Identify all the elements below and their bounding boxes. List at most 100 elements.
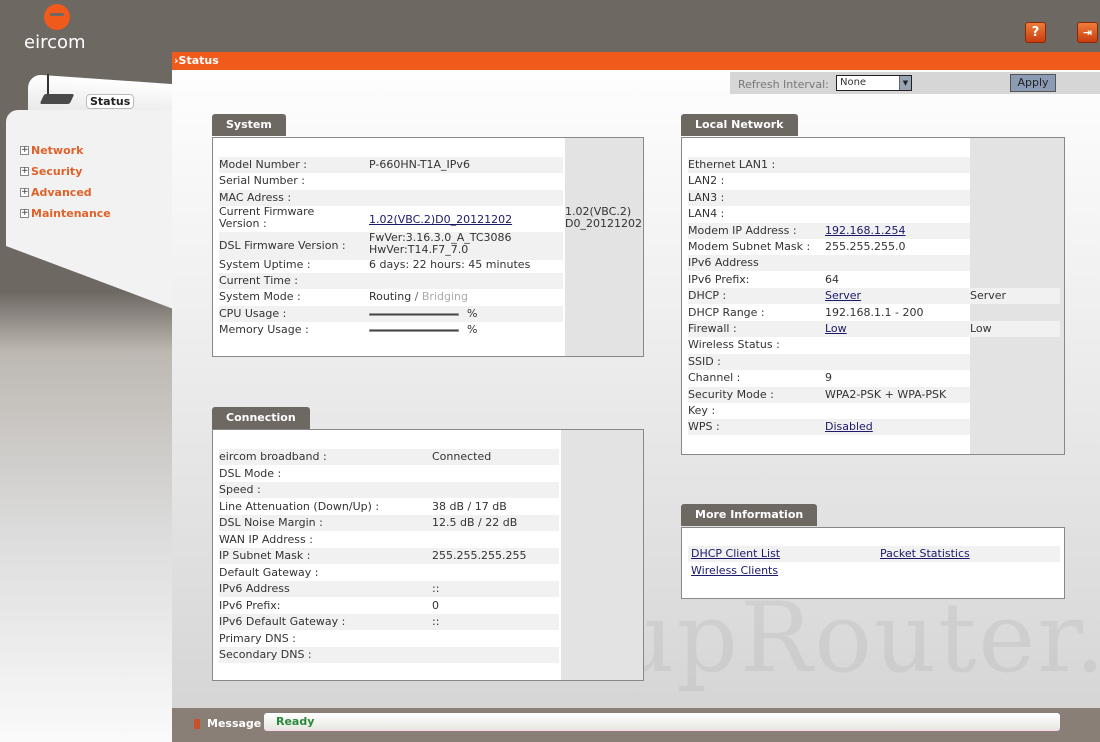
- local-network-row: LAN2 :: [688, 173, 970, 189]
- connection-panel: eircom broadband : Connected DSL Mode : Spe…: [212, 429, 644, 681]
- system-row: Model Number : P-660HN-T1A_IPv6: [219, 157, 563, 173]
- connection-row-label: Line Attenuation (Down/Up) :: [219, 499, 380, 513]
- apply-button[interactable]: Apply: [1010, 74, 1056, 92]
- local-network-row-link[interactable]: Low: [825, 322, 847, 335]
- firmware-version-link[interactable]: 1.02(VBC.2)D0_20121202: [369, 213, 512, 226]
- connection-row-label: Default Gateway :: [219, 565, 319, 579]
- system-row-label: Current Time :: [219, 274, 298, 287]
- page-title-bar: ›Status: [172, 52, 1100, 70]
- packet-statistics-link[interactable]: Packet Statistics: [880, 546, 970, 562]
- sidebar-item-label: Network: [31, 144, 84, 157]
- system-row-label: Model Number :: [219, 158, 307, 171]
- connection-row: eircom broadband : Connected: [219, 449, 559, 465]
- local-network-row-label: DHCP Range :: [688, 305, 765, 319]
- more-info-row: Wireless Clients: [688, 563, 1060, 579]
- more-information-section-title: More Information: [681, 504, 818, 526]
- connection-row: IPv6 Address::: [219, 581, 559, 597]
- local-network-row: Channel : 9: [688, 370, 970, 386]
- local-network-row-extra: Low: [970, 322, 992, 335]
- connection-row: Secondary DNS :: [219, 647, 559, 663]
- local-network-row-value: WPA2-PSK + WPA-PSK: [825, 387, 947, 401]
- expand-plus-icon[interactable]: +: [20, 146, 29, 155]
- sidebar-item-network[interactable]: + Network: [20, 140, 111, 161]
- sidebar-item-label: Security: [31, 165, 83, 178]
- connection-row: Speed :: [219, 482, 559, 498]
- local-network-row: Firewall : Low Low: [688, 321, 1060, 337]
- system-row: Current Time :: [219, 273, 563, 289]
- connection-row-label: Speed :: [219, 483, 261, 496]
- connection-row-value: 255.255.255.255: [432, 549, 527, 562]
- dhcp-client-list-link[interactable]: DHCP Client List: [691, 546, 780, 562]
- local-network-row-label: Security Mode :: [688, 387, 774, 401]
- connection-row: WAN IP Address :: [219, 532, 639, 548]
- connection-row-label: IP Subnet Mask :: [219, 549, 311, 562]
- system-row-label: Memory Usage :: [219, 323, 309, 336]
- message-label: Message: [207, 717, 262, 730]
- system-row-label-line2: Version :: [219, 217, 267, 230]
- connection-row-label: IPv6 Default Gateway :: [219, 615, 346, 628]
- connection-row-label: WAN IP Address :: [219, 532, 313, 546]
- system-row-label: DSL Firmware Version :: [219, 239, 346, 252]
- sidebar-item-advanced[interactable]: + Advanced: [20, 182, 111, 203]
- system-section-title: System: [212, 114, 286, 136]
- local-network-row-value: 192.168.1.1 - 200: [825, 305, 924, 319]
- local-network-row-link[interactable]: Server: [825, 289, 861, 302]
- usage-value: %: [369, 322, 477, 338]
- local-network-row-value: 9: [825, 371, 832, 385]
- system-row: System Mode : Routing / Bridging: [219, 289, 563, 305]
- refresh-interval-select[interactable]: None ▼: [836, 75, 912, 91]
- wireless-clients-link[interactable]: Wireless Clients: [691, 563, 778, 579]
- system-row: Serial Number :: [219, 173, 563, 189]
- sidebar-item-security[interactable]: + Security: [20, 161, 111, 182]
- local-network-row-link-wrap: Low: [825, 321, 847, 337]
- system-row: DSL Firmware Version : FwVer:3.16.3.0_A_T…: [219, 232, 563, 260]
- local-network-row: SSID :: [688, 353, 970, 370]
- connection-row-label: eircom broadband :: [219, 450, 327, 463]
- connection-row: DSL Mode :: [219, 466, 559, 482]
- local-network-row: IPv6 Prefix: 64: [688, 272, 970, 288]
- connection-row: DSL Noise Margin : 12.5 dB / 22 dB: [219, 515, 559, 531]
- refresh-toolbar: Refresh Interval: None ▼ Apply: [730, 72, 1100, 94]
- local-network-row: Key :: [688, 403, 970, 419]
- expand-plus-icon[interactable]: +: [20, 188, 29, 197]
- more-info-row: DHCP Client List Packet Statistics: [688, 546, 1060, 562]
- local-network-row-link[interactable]: 192.168.1.254: [825, 224, 905, 237]
- local-network-row: DHCP : Server Server: [688, 288, 1060, 305]
- system-row: Current Firmware Version :1.02(VBC.2)D0_2…: [219, 206, 642, 234]
- system-row-label: System Mode :: [219, 290, 301, 303]
- system-mode-separator: /: [411, 290, 422, 303]
- system-row: System Uptime : 6 days: 22 hours: 45 minu…: [219, 257, 563, 273]
- logout-icon[interactable]: ⇥: [1077, 22, 1098, 43]
- logo-text: eircom: [24, 32, 86, 53]
- expand-plus-icon[interactable]: +: [20, 167, 29, 176]
- local-network-row-label: LAN4 :: [688, 207, 725, 221]
- local-network-row-link[interactable]: Disabled: [825, 420, 873, 433]
- system-mode-bridging: Bridging: [421, 290, 468, 303]
- connection-row-value: 38 dB / 17 dB: [432, 499, 507, 513]
- system-mode-value: Routing / Bridging: [369, 289, 468, 305]
- local-network-row: Wireless Status :: [688, 337, 970, 353]
- firmware-version-value: 1.02(VBC.2)D0_20121202: [369, 212, 512, 228]
- sidebar-item-maintenance[interactable]: + Maintenance: [20, 203, 111, 224]
- message-bar: Message Ready: [172, 708, 1100, 742]
- local-network-row-label: Ethernet LAN1 :: [688, 158, 776, 171]
- connection-row-value: Connected: [432, 450, 492, 463]
- usage-value: %: [369, 306, 477, 322]
- connection-row-label: IPv6 Prefix:: [219, 598, 281, 612]
- system-side-column: [565, 138, 643, 356]
- local-network-row-value: 255.255.255.0: [825, 240, 906, 253]
- connection-row-label: Secondary DNS :: [219, 648, 312, 661]
- local-network-row-label: Modem Subnet Mask :: [688, 240, 811, 253]
- local-network-row-label: Firewall :: [688, 322, 737, 335]
- message-indicator-icon: [194, 719, 200, 729]
- usage-unit: %: [467, 307, 478, 320]
- local-network-row-link-wrap: Server: [825, 288, 861, 304]
- sidebar-item-label: Maintenance: [31, 207, 111, 220]
- expand-plus-icon[interactable]: +: [20, 209, 29, 218]
- help-icon[interactable]: ?: [1025, 22, 1046, 43]
- local-network-row: DHCP Range : 192.168.1.1 - 200: [688, 305, 970, 321]
- local-network-row-label: IPv6 Prefix:: [688, 272, 750, 286]
- dropdown-arrow-icon[interactable]: ▼: [899, 76, 911, 90]
- system-row-label: System Uptime :: [219, 258, 311, 271]
- connection-row: IPv6 Default Gateway :::: [219, 614, 559, 630]
